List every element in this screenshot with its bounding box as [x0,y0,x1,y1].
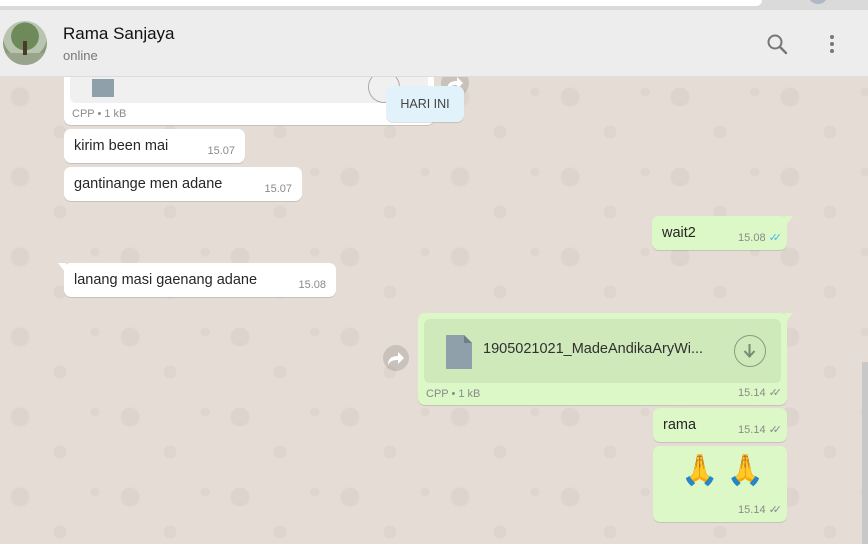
scrollbar[interactable] [862,362,868,544]
message-time: 15.14 ✓✓ [738,387,783,399]
file-preview[interactable]: 1905021021_MadeAndikaAryWi... [424,319,781,383]
message-time: 15.14 ✓✓ [738,424,783,436]
outgoing-file-bubble[interactable]: 1905021021_MadeAndikaAryWi... CPP • 1 kB… [418,313,793,405]
incoming-file-bubble[interactable]: CPP • 1 kB [64,77,434,125]
contact-name[interactable]: Rama Sanjaya [63,24,175,44]
contact-status: online [63,48,98,63]
chat-header[interactable]: Rama Sanjaya online [0,10,868,77]
date-divider: HARI INI [386,86,464,122]
file-meta: CPP • 1 kB [426,388,481,400]
message-text: kirim been mai [74,138,169,154]
message-text: lanang masi gaenang adane [74,272,258,288]
chat-panel[interactable]: CPP • 1 kB HARI INI kirim been mai 15.07… [0,77,868,544]
download-button[interactable] [734,335,766,367]
read-ticks-icon: ✓✓ [768,232,783,244]
message-time: 15.08 ✓✓ [738,232,783,244]
file-name: 1905021021_MadeAndikaAryWi... [483,341,704,357]
message-bubble-outgoing[interactable]: wait2 15.08 ✓✓ [652,216,793,250]
delivered-ticks-icon: ✓✓ [768,424,783,436]
document-icon [446,335,472,369]
message-text: gantinange men adane [74,176,223,192]
message-text: rama [663,417,697,433]
profile-badge[interactable] [808,0,828,4]
message-bubble[interactable]: kirim been mai 15.07 [64,129,245,163]
message-bubble-outgoing[interactable]: rama 15.14 ✓✓ [653,408,787,442]
message-bubble-outgoing[interactable]: 🙏 🙏 15.14 ✓✓ [653,446,787,522]
folded-hands-emoji: 🙏 🙏 [681,454,765,487]
message-time: 15.08 [298,279,326,291]
message-bubble[interactable]: lanang masi gaenang adane 15.08 [58,263,336,297]
address-bar-edge [0,0,762,6]
menu-dots-icon[interactable] [820,32,844,56]
file-meta: CPP • 1 kB [72,108,127,120]
forward-icon[interactable] [383,345,409,371]
message-time: 15.07 [207,145,235,157]
search-icon[interactable] [765,32,789,56]
message-time: 15.07 [264,183,292,195]
message-bubble[interactable]: gantinange men adane 15.07 [64,167,302,201]
browser-top-strip [0,0,868,10]
download-arrow-icon [743,344,756,358]
message-text: wait2 [662,225,696,241]
file-preview[interactable] [70,77,428,103]
delivered-ticks-icon: ✓✓ [768,387,783,399]
message-time: 15.14 ✓✓ [738,504,783,516]
avatar[interactable] [3,21,47,65]
document-icon [92,79,114,97]
delivered-ticks-icon: ✓✓ [768,504,783,516]
